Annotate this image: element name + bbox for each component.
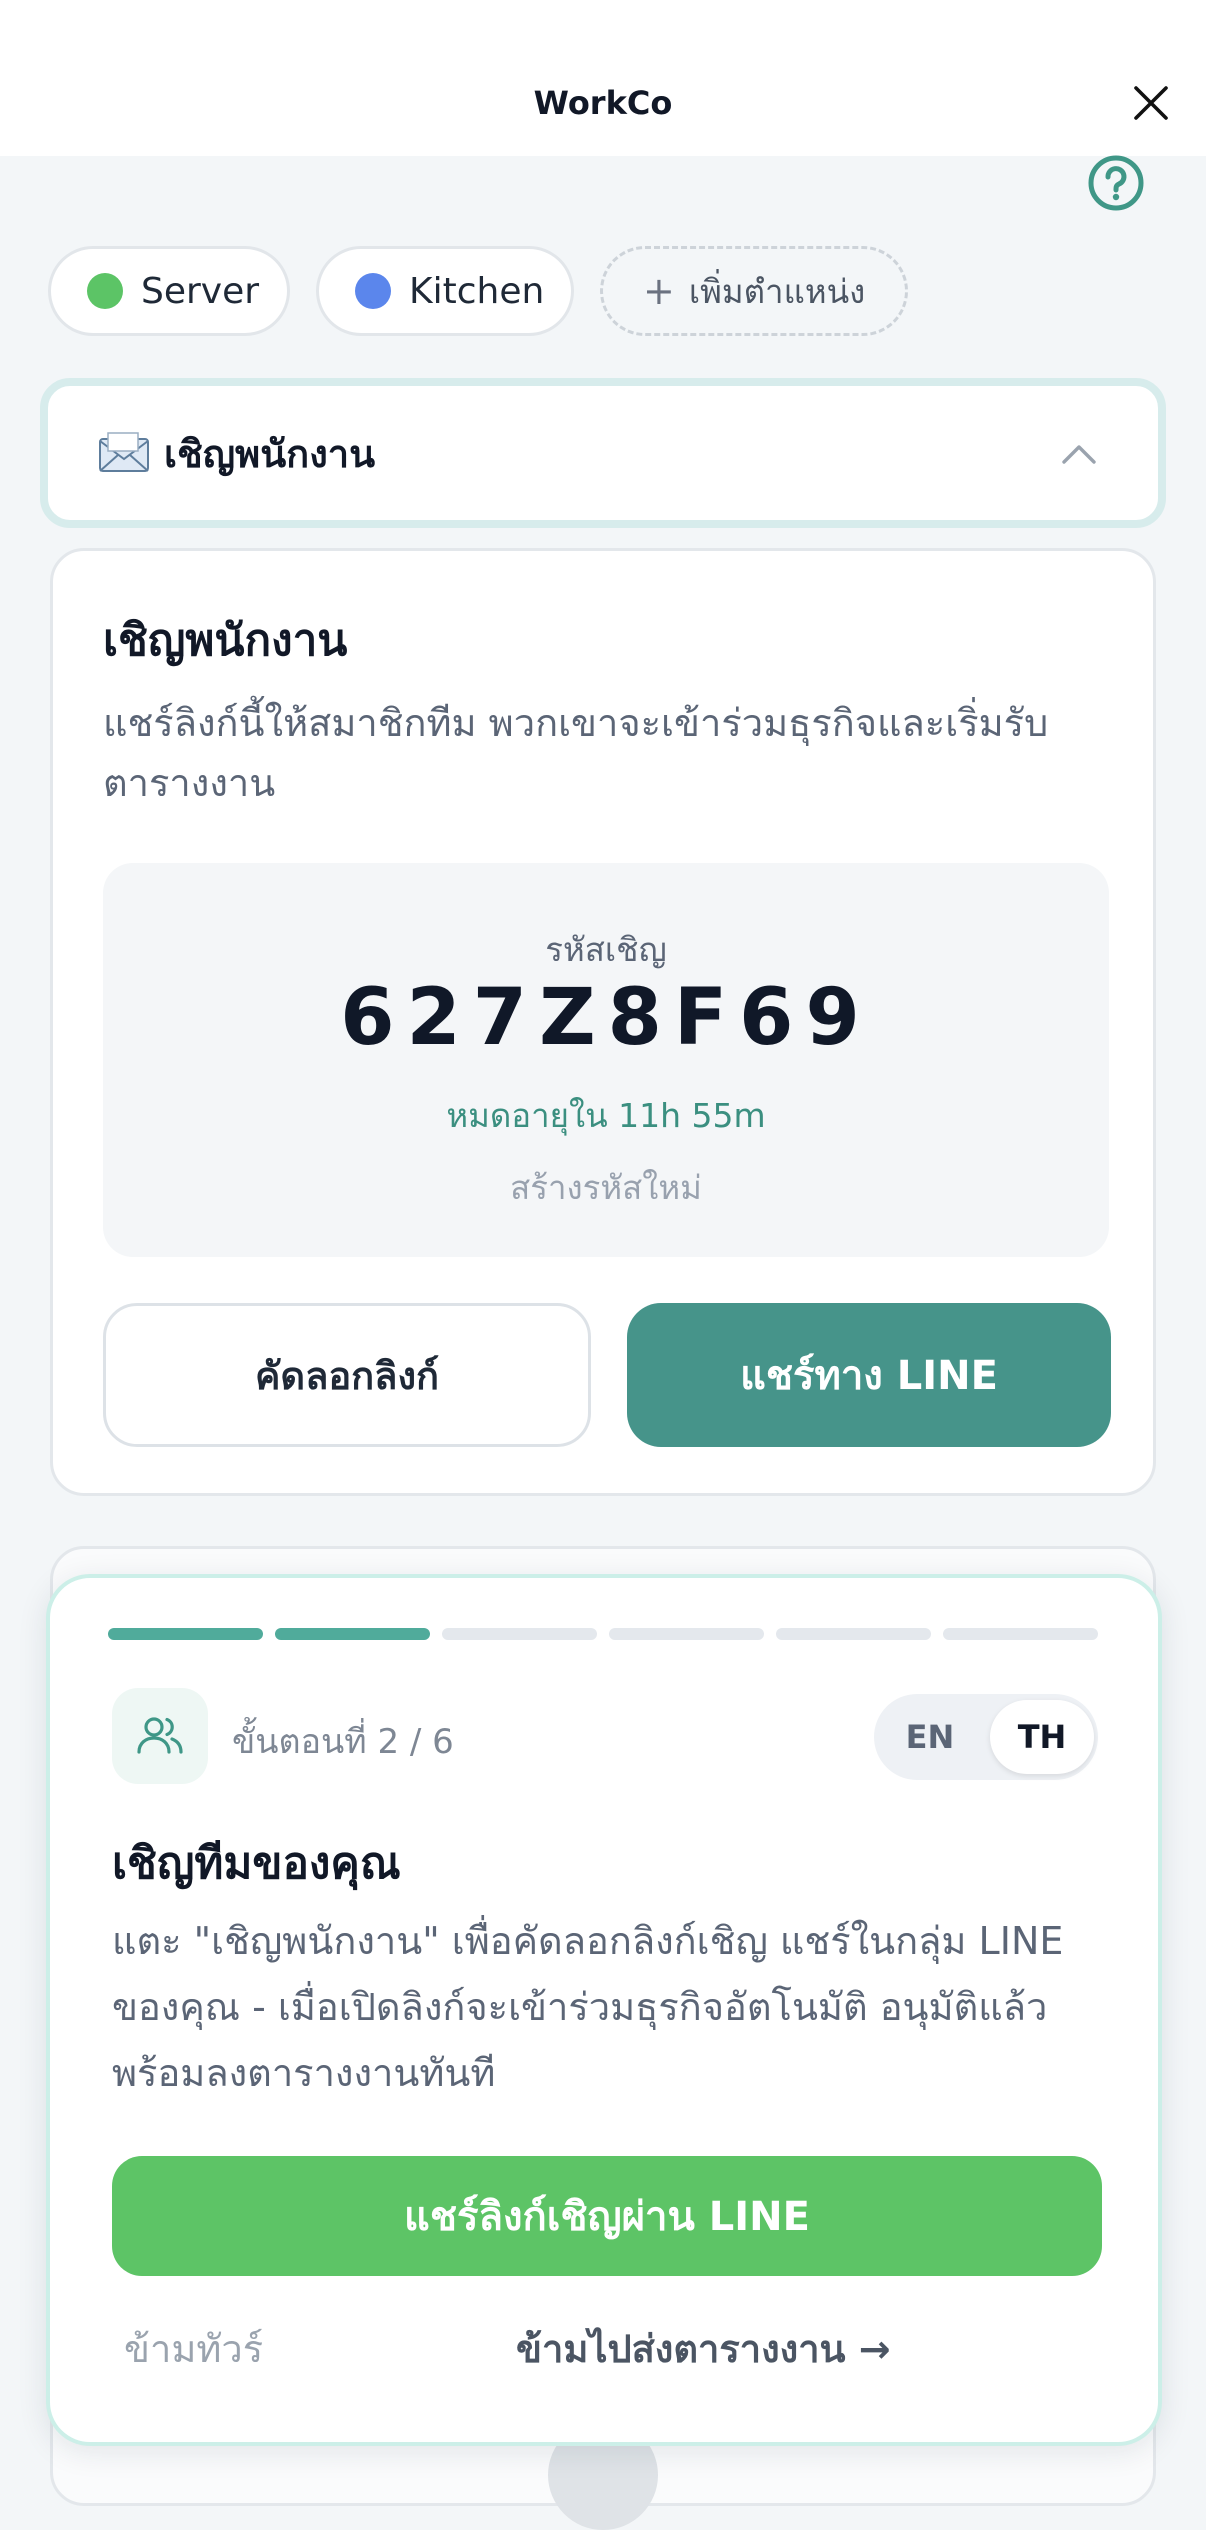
invite-card: เชิญพนักงาน แชร์ลิงก์นี้ให้สมาชิกทีม พวก… [50,548,1156,1496]
language-toggle: EN TH [874,1694,1098,1780]
position-chip-server[interactable]: Server [48,246,290,336]
tour-progress-segment [609,1628,764,1640]
invite-section-label: เชิญพนักงาน [164,431,376,476]
skip-tour-link[interactable]: ข้ามทัวร์ [124,2318,263,2379]
invite-card-title: เชิญพนักงาน [103,615,348,666]
regenerate-code-link[interactable]: สร้างรหัสใหม่ [103,1161,1109,1214]
share-invite-line-button[interactable]: แชร์ลิงก์เชิญผ่าน LINE [112,2156,1102,2276]
position-label: Kitchen [409,270,545,312]
plus-icon: + [643,269,675,313]
close-icon[interactable] [1128,80,1174,126]
tour-progress-segment [108,1628,263,1640]
app-title: WorkCo [533,84,673,122]
invite-section-toggle[interactable]: เชิญพนักงาน [40,378,1166,528]
tour-title: เชิญทีมของคุณ [112,1838,401,1889]
onboarding-tour-popover: ขั้นตอนที่ 2 / 6 EN TH เชิญทีมของคุณ แตะ… [46,1574,1162,2446]
top-bar: WorkCo [0,0,1206,156]
add-position-button[interactable]: + เพิ่มตำแหน่ง [600,246,908,336]
tour-step-icon-box [112,1688,208,1784]
kitchen-color-dot [355,273,391,309]
invite-code-box: รหัสเชิญ 627Z8F69 หมดอายุใน 11h 55m สร้า… [103,863,1109,1257]
invite-card-description: แชร์ลิงก์นี้ให้สมาชิกทีม พวกเขาจะเข้าร่ว… [103,701,1049,805]
tour-description: แตะ "เชิญพนักงาน" เพื่อคัดลอกลิงก์เชิญ แ… [112,1919,1064,2095]
invite-code-label: รหัสเชิญ [545,930,667,969]
lang-en-option[interactable]: EN [874,1694,986,1780]
copy-link-button[interactable]: คัดลอกลิงก์ [103,1303,591,1447]
help-circle-icon[interactable] [1086,153,1146,213]
envelope-icon [99,432,149,472]
tour-progress-segment [776,1628,931,1640]
position-chip-kitchen[interactable]: Kitchen [316,246,574,336]
add-position-label: เพิ่มตำแหน่ง [688,271,866,311]
skip-to-schedule-link[interactable]: ข้ามไปส่งตารางงาน → [516,2318,891,2379]
tour-step-counter: ขั้นตอนที่ 2 / 6 [232,1722,454,1762]
chevron-up-icon [1062,445,1096,464]
server-color-dot [87,273,123,309]
share-line-button[interactable]: แชร์ทาง LINE [627,1303,1111,1447]
tour-progress-segment [442,1628,597,1640]
tour-progress-segment [275,1628,430,1640]
lang-th-option[interactable]: TH [990,1700,1094,1774]
invite-code-expiry: หมดอายุใน 11h 55m [446,1096,766,1135]
invite-code: 627Z8F69 [340,973,872,1063]
tour-progress-segment [943,1628,1098,1640]
tour-progress-bar [108,1628,1098,1640]
users-icon [137,1717,183,1754]
position-label: Server [141,270,260,312]
